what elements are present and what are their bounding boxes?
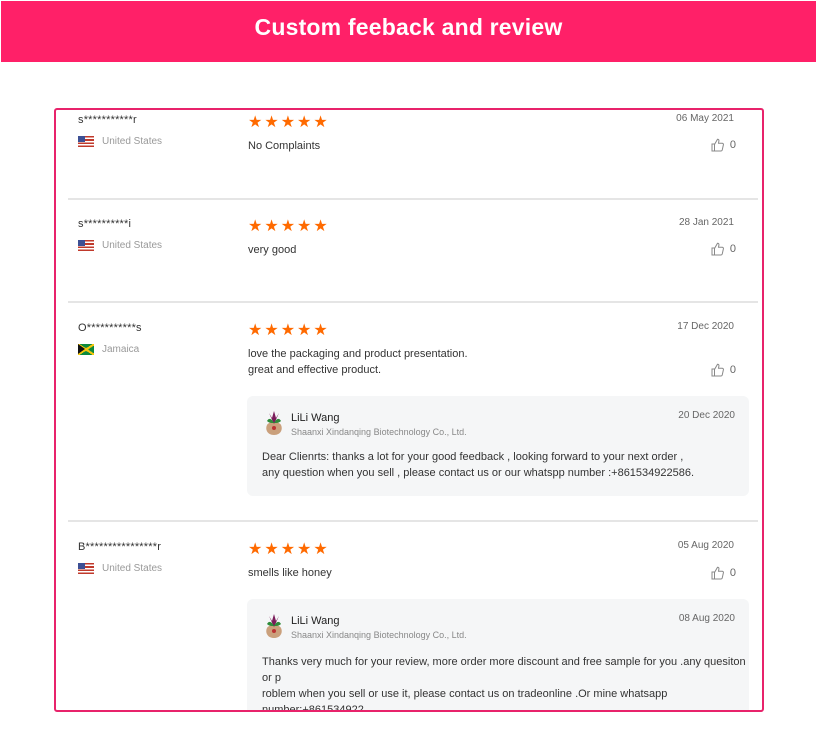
like-count: 0: [729, 139, 736, 151]
star-icon: ★: [248, 539, 263, 558]
star-icon: ★: [264, 320, 279, 339]
star-icon: ★: [264, 216, 279, 235]
star-icon: ★: [280, 112, 296, 131]
review-date: 06 May 2021: [676, 113, 734, 124]
thumbs-up-icon[interactable]: [711, 138, 724, 152]
star-icon: ★: [280, 320, 296, 339]
star-icon: ★: [297, 216, 312, 235]
review-comment: No Complaints: [248, 140, 321, 152]
like-button[interactable]: 0: [711, 138, 736, 152]
review-date: 28 Jan 2021: [678, 217, 734, 228]
reply-date: 08 Aug 2020: [678, 613, 735, 624]
rating-stars: ★ ★ ★ ★ ★: [248, 322, 328, 338]
country-label: United States: [102, 563, 163, 574]
reply-text: Thanks very much for your review, more o…: [262, 656, 746, 712]
star-icon: ★: [313, 216, 328, 235]
review-comment: smells like honey: [248, 567, 332, 579]
rating-stars: ★ ★ ★ ★ ★: [248, 218, 328, 234]
us-flag-icon: [78, 563, 94, 574]
seller-company: Shaanxi Xindanqing Biotechnology Co., Lt…: [291, 427, 467, 437]
like-button[interactable]: 0: [711, 242, 736, 256]
jamaica-flag-icon: [78, 344, 94, 355]
review-comment: very good: [248, 244, 297, 256]
country-label: Jamaica: [102, 344, 140, 355]
header-banner: Custom feeback and review: [1, 1, 816, 62]
star-icon: ★: [313, 320, 328, 339]
star-icon: ★: [297, 320, 312, 339]
thumbs-up-icon[interactable]: [711, 363, 724, 377]
thumbs-up-icon[interactable]: [711, 566, 724, 580]
us-flag-icon: [78, 240, 94, 251]
like-button[interactable]: 0: [711, 363, 736, 377]
us-flag-icon: [78, 136, 94, 147]
review-item: B****************r United States ★ ★ ★ ★…: [68, 522, 758, 712]
buyer-country: Jamaica: [78, 344, 139, 355]
rating-stars: ★ ★ ★ ★ ★: [248, 114, 328, 130]
seller-company: Shaanxi Xindanqing Biotechnology Co., Lt…: [291, 630, 467, 640]
star-icon: ★: [248, 320, 263, 339]
review-list-frame: s***********r United States ★ ★ ★ ★ ★ No…: [54, 108, 764, 712]
seller-avatar: [263, 409, 285, 437]
buyer-country: United States: [78, 136, 162, 147]
seller-name: LiLi Wang: [291, 615, 340, 627]
seller-reply: LiLi Wang Shaanxi Xindanqing Biotechnolo…: [247, 396, 749, 496]
buyer-country: United States: [78, 240, 162, 251]
seller-avatar: [263, 612, 285, 640]
star-icon: ★: [313, 539, 328, 558]
thumbs-up-icon[interactable]: [711, 242, 724, 256]
star-icon: ★: [313, 112, 328, 131]
rating-stars: ★ ★ ★ ★ ★: [248, 541, 328, 557]
page-title: Custom feeback and review: [254, 14, 563, 40]
seller-reply: LiLi Wang Shaanxi Xindanqing Biotechnolo…: [247, 599, 749, 712]
like-count: 0: [729, 567, 736, 579]
like-button[interactable]: 0: [711, 566, 736, 580]
like-count: 0: [729, 364, 736, 376]
review-item: s**********i United States ★ ★ ★ ★ ★ ver…: [68, 200, 758, 300]
buyer-name: O***********s: [78, 322, 142, 334]
reply-text: Dear Clienrts: thanks a lot for your goo…: [262, 451, 695, 479]
buyer-name: s**********i: [78, 218, 132, 230]
star-icon: ★: [297, 539, 312, 558]
country-label: United States: [102, 240, 163, 251]
seller-name: LiLi Wang: [291, 412, 340, 424]
star-icon: ★: [264, 539, 279, 558]
like-count: 0: [729, 243, 736, 255]
star-icon: ★: [280, 539, 296, 558]
buyer-name: s***********r: [78, 114, 137, 126]
review-date: 17 Dec 2020: [677, 321, 734, 332]
review-item: O***********s Jamaica ★ ★ ★ ★ ★ love the…: [68, 303, 758, 519]
buyer-country: United States: [78, 563, 162, 574]
reply-date: 20 Dec 2020: [678, 410, 735, 421]
star-icon: ★: [280, 216, 296, 235]
star-icon: ★: [248, 112, 263, 131]
buyer-name: B****************r: [78, 541, 162, 553]
star-icon: ★: [264, 112, 279, 131]
star-icon: ★: [297, 112, 312, 131]
country-label: United States: [102, 136, 163, 147]
review-comment: love the packaging and product presentat…: [248, 348, 468, 376]
review-date: 05 Aug 2020: [677, 540, 734, 551]
star-icon: ★: [248, 216, 263, 235]
review-item: s***********r United States ★ ★ ★ ★ ★ No…: [68, 110, 758, 198]
